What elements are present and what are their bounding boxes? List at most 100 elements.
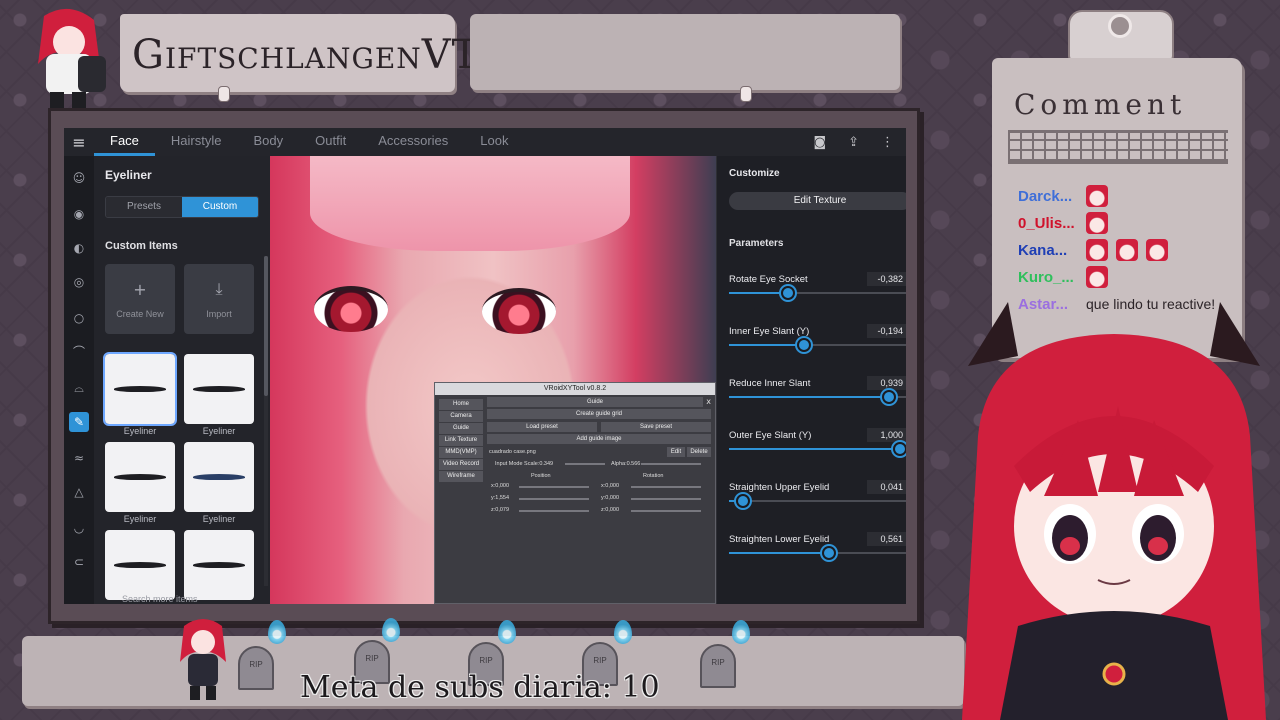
tab-accessories[interactable]: Accessories — [362, 128, 464, 156]
chat-emote — [1086, 185, 1108, 207]
parameter-slider[interactable]: Inner Eye Slant (Y) -0,194 — [729, 324, 906, 366]
chat-emote — [1086, 239, 1108, 261]
rotation-x: x:0,000 — [601, 483, 620, 489]
position-z: z:0,079 — [491, 507, 510, 513]
parameter-slider[interactable]: Straighten Lower Eyelid 0,561 — [729, 532, 906, 574]
eyeliner-item[interactable] — [184, 530, 254, 600]
eye-white-icon[interactable]: ○ — [69, 308, 89, 328]
delete-button[interactable]: Delete — [687, 447, 711, 457]
create-new-button[interactable]: + Create New — [105, 264, 175, 334]
ghost-flame-icon — [268, 620, 286, 644]
tool-nav-link-texture[interactable]: Link Texture — [439, 435, 483, 446]
add-guide-image-button[interactable]: Add guide image — [487, 434, 711, 444]
parameter-value-input[interactable]: -0,194 — [867, 324, 906, 338]
slider-track[interactable] — [729, 500, 906, 502]
eyeshadow-icon[interactable]: ≈ — [69, 448, 89, 468]
close-icon[interactable]: x — [706, 397, 711, 406]
nose-icon[interactable]: △ — [69, 482, 89, 502]
chat-emote — [1116, 239, 1138, 261]
rot-z-slider[interactable] — [631, 510, 701, 512]
slider-knob[interactable] — [821, 546, 836, 560]
parameter-value-input[interactable]: 0,041 — [867, 480, 906, 494]
highlight-icon[interactable]: ◎ — [69, 272, 89, 292]
share-icon[interactable]: ⇪ — [848, 135, 859, 150]
parameter-name: Straighten Upper Eyelid — [729, 482, 830, 493]
face-icon[interactable]: ☺ — [69, 168, 89, 188]
eyeliner-item[interactable] — [105, 530, 175, 600]
mouth-icon[interactable]: ◡ — [69, 518, 89, 538]
chat-message: Darck... — [1018, 184, 1108, 208]
create-guide-grid-button[interactable]: Create guide grid — [487, 409, 711, 419]
tool-nav-mmd[interactable]: MMD(VMP) — [439, 447, 483, 458]
scale-slider[interactable] — [565, 463, 605, 465]
hamburger-menu-icon[interactable]: ≡ — [64, 133, 94, 152]
eye-icon[interactable]: ◉ — [69, 204, 89, 224]
parameter-name: Straighten Lower Eyelid — [729, 534, 830, 545]
panel-scrollbar[interactable] — [264, 256, 268, 586]
slider-knob[interactable] — [736, 494, 751, 508]
parameter-slider[interactable]: Outer Eye Slant (Y) 1,000 — [729, 428, 906, 470]
tab-outfit[interactable]: Outfit — [299, 128, 362, 156]
chat-username[interactable]: Kuro_... — [1018, 269, 1078, 286]
eyeliner-icon[interactable]: ✎ — [69, 412, 89, 432]
model-viewport[interactable]: VRoidXYTool v0.8.2 x Home Camera Guide L… — [270, 156, 716, 604]
pos-z-slider[interactable] — [519, 510, 589, 512]
pos-y-slider[interactable] — [519, 498, 589, 500]
tool-nav-wireframe[interactable]: Wireframe — [439, 471, 483, 482]
tab-look[interactable]: Look — [464, 128, 524, 156]
slider-knob[interactable] — [892, 442, 906, 456]
iris-icon[interactable]: ◐ — [69, 238, 89, 258]
custom-tab[interactable]: Custom — [182, 197, 258, 217]
slider-knob[interactable] — [780, 286, 795, 300]
camera-icon[interactable]: ◙ — [813, 135, 826, 150]
edit-button[interactable]: Edit — [667, 447, 685, 457]
channel-avatar-chibi — [38, 8, 106, 114]
more-icon[interactable]: ⋮ — [881, 135, 894, 150]
rot-y-slider[interactable] — [631, 498, 701, 500]
chat-username[interactable]: Darck... — [1018, 188, 1078, 205]
ear-icon[interactable]: ⊂ — [69, 552, 89, 572]
tab-face[interactable]: Face — [94, 128, 155, 156]
pin-icon — [740, 86, 752, 102]
rotation-y: y:0,000 — [601, 495, 620, 501]
rotation-label: Rotation — [643, 473, 664, 479]
parameter-value-input[interactable]: 0,939 — [867, 376, 906, 390]
eyebrow-icon[interactable]: ⌒ — [69, 342, 89, 362]
load-preset-button[interactable]: Load preset — [487, 422, 597, 432]
save-preset-button[interactable]: Save preset — [601, 422, 711, 432]
eyeliner-item[interactable] — [105, 442, 175, 512]
position-y: y:1,554 — [491, 495, 510, 501]
import-button[interactable]: ⤓ Import — [184, 264, 254, 334]
tool-nav-video-record[interactable]: Video Record — [439, 459, 483, 470]
parameter-value-input[interactable]: 1,000 — [867, 428, 906, 442]
tool-nav-home[interactable]: Home — [439, 399, 483, 410]
tab-hairstyle[interactable]: Hairstyle — [155, 128, 238, 156]
chat-emote — [1086, 266, 1108, 288]
parameter-value-input[interactable]: -0,382 — [867, 272, 906, 286]
slider-knob[interactable] — [882, 390, 897, 404]
tool-nav: Home Camera Guide Link Texture MMD(VMP) … — [439, 399, 483, 483]
parameter-value-input[interactable]: 0,561 — [867, 532, 906, 546]
tab-body[interactable]: Body — [237, 128, 299, 156]
input-mode-scale: Input Mode Scale:0.349 — [495, 461, 554, 467]
parameter-slider[interactable]: Straighten Upper Eyelid 0,041 — [729, 480, 906, 522]
rot-x-slider[interactable] — [631, 486, 701, 488]
tool-nav-camera[interactable]: Camera — [439, 411, 483, 422]
parameter-slider[interactable]: Reduce Inner Slant 0,939 — [729, 376, 906, 418]
parameter-slider[interactable]: Rotate Eye Socket -0,382 — [729, 272, 906, 314]
vroidxytool-window: VRoidXYTool v0.8.2 x Home Camera Guide L… — [434, 382, 716, 604]
edit-texture-button[interactable]: Edit Texture — [729, 192, 906, 210]
search-more-items-link[interactable]: Search more items — [122, 594, 198, 604]
eyeliner-item[interactable] — [103, 352, 177, 426]
eyeliner-item[interactable] — [184, 354, 254, 424]
pos-x-slider[interactable] — [519, 486, 589, 488]
alpha-slider[interactable] — [641, 463, 701, 465]
eyelash-icon[interactable]: ⌓ — [69, 378, 89, 398]
hair-bangs — [310, 156, 630, 251]
presets-tab[interactable]: Presets — [106, 197, 182, 217]
tool-nav-guide[interactable]: Guide — [439, 423, 483, 434]
chat-username[interactable]: Kana... — [1018, 242, 1078, 259]
eyeliner-item[interactable] — [184, 442, 254, 512]
chat-username[interactable]: 0_Ulis... — [1018, 215, 1078, 232]
slider-knob[interactable] — [796, 338, 811, 352]
